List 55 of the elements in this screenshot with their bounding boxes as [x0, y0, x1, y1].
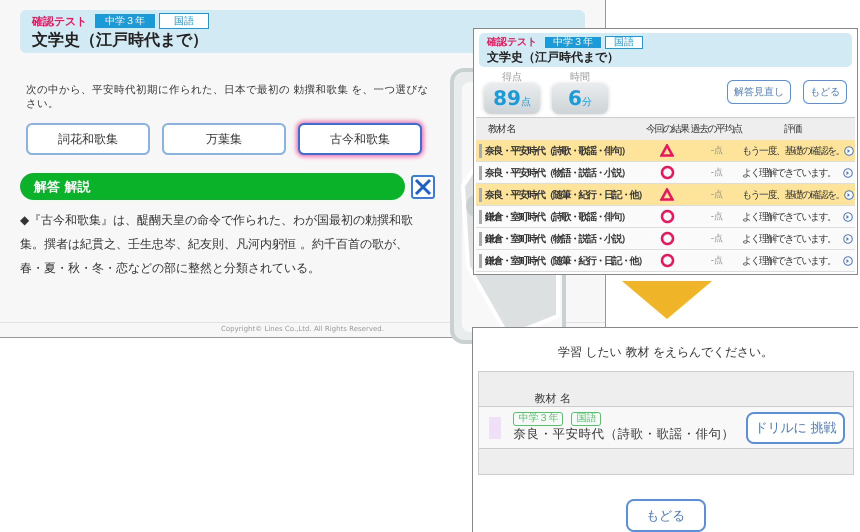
explanation-bar: 解答 解説	[20, 173, 405, 200]
score-label: 得点	[502, 70, 522, 84]
material-name: 鎌倉・室町時代（随筆・紀行・日記・他）	[479, 254, 644, 268]
average-score: - 点	[710, 188, 722, 202]
answer-choice[interactable]: 万葉集	[162, 123, 286, 156]
average-score: - 点	[710, 144, 722, 158]
column-header: 教材 名	[534, 391, 571, 406]
grade-tag: 中学３年	[545, 36, 601, 48]
evaluation-text: よく理解できています。	[742, 254, 836, 268]
evaluation-text: もう一度、基礎の確認を。	[742, 188, 844, 202]
column-header: 過去の平均点	[690, 122, 742, 136]
page-title: 文学史（江戸時代まで）	[487, 50, 619, 64]
score-display: 89点	[484, 84, 540, 114]
subject-tag: 国語	[605, 36, 643, 48]
explanation-text: ◆『古今和歌集』は、醍醐天皇の命令で作られた、わが国最初の勅撰和歌集。撰者は紀貫之、壬生忠岑、紀友則、凡河内躬恒 。約千百首の歌が、春・夏・秋・冬・恋などの部に整然と分類されている。	[20, 212, 414, 278]
subject-tag: 国語	[159, 13, 209, 29]
action-button[interactable]: もどる	[803, 80, 847, 104]
instruction-text: 学習 したい 教材 をえらんでください。	[558, 344, 774, 361]
evaluation-text: よく理解できています。	[742, 210, 836, 224]
answer-choice[interactable]: 詞花和歌集	[26, 123, 150, 156]
test-label: 確認テスト	[32, 14, 87, 28]
column-header: 評価	[784, 122, 801, 136]
material-name: 奈良・平安時代（物語・説話・小説）	[479, 166, 644, 180]
result-row[interactable]: 鎌倉・室町時代（詩歌・歌謡・俳句） - 点 よく理解できています。	[476, 206, 855, 228]
evaluation-text: よく理解できています。	[742, 232, 836, 246]
question-text: 次の中から、平安時代初期に作られた、日本で最初の 勅撰和歌集 を、一つ選びなさい。	[26, 83, 430, 112]
column-header: 教材 名	[487, 122, 516, 136]
average-score: - 点	[710, 166, 722, 180]
material-name: 奈良・平安時代（詩歌・歌謡・俳句）	[479, 144, 644, 158]
answer-choice[interactable]: 古今和歌集	[298, 123, 422, 156]
material-name: 奈良・平安時代（随筆・紀行・日記・他）	[479, 188, 644, 202]
result-row[interactable]: 奈良・平安時代（随筆・紀行・日記・他） - 点 もう一度、基礎の確認を。	[476, 184, 855, 206]
material-name: 奈良・平安時代（詩歌・歌謡・俳句）	[513, 426, 734, 443]
material-name: 鎌倉・室町時代（物語・説話・小説）	[479, 232, 644, 246]
evaluation-text: もう一度、基礎の確認を。	[742, 144, 844, 158]
material-name: 鎌倉・室町時代（詩歌・歌謡・俳句）	[479, 210, 644, 224]
time-label: 時間	[570, 70, 590, 84]
result-row[interactable]: 鎌倉・室町時代（物語・説話・小説） - 点 よく理解できています。	[476, 228, 855, 250]
action-button[interactable]: 解答見直し	[727, 80, 791, 104]
time-display: 6分	[552, 84, 608, 114]
page-title: 文学史（江戸時代まで）	[32, 30, 208, 50]
average-score: - 点	[710, 254, 722, 268]
result-row[interactable]: 鎌倉・室町時代（随筆・紀行・日記・他） - 点 よく理解できています。	[476, 250, 855, 272]
subject-tag: 国語	[571, 412, 602, 426]
grade-tag: 中学３年	[513, 412, 564, 426]
grade-tag: 中学３年	[95, 14, 155, 28]
test-label: 確認テスト	[487, 36, 537, 49]
result-row[interactable]: 奈良・平安時代（詩歌・歌謡・俳句） - 点 もう一度、基礎の確認を。	[476, 140, 855, 162]
drill-button[interactable]: ドリルに 挑戦	[746, 412, 844, 444]
average-score: - 点	[710, 232, 722, 246]
back-button[interactable]: もどる	[626, 499, 706, 532]
result-row[interactable]: 奈良・平安時代（物語・説話・小説） - 点 よく理解できています。	[476, 162, 855, 184]
column-header: 今回の結果	[646, 123, 688, 136]
average-score: - 点	[710, 210, 722, 224]
evaluation-text: よく理解できています。	[742, 166, 836, 180]
